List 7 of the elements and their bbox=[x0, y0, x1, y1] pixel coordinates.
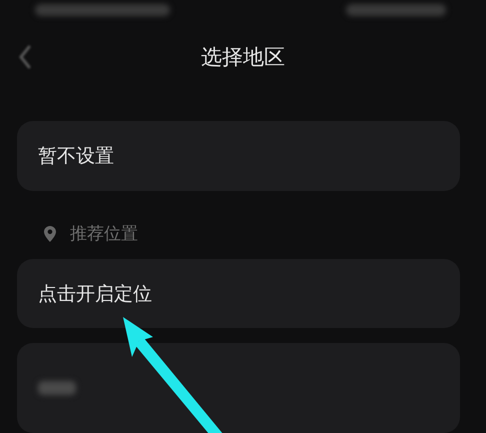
location-pin-icon bbox=[44, 226, 56, 242]
page-title: 选择地区 bbox=[201, 44, 285, 72]
blurred-text bbox=[38, 381, 76, 396]
option-item[interactable]: 暂不设置 bbox=[17, 121, 460, 192]
section-label: 推荐位置 bbox=[70, 223, 138, 246]
region-item[interactable] bbox=[17, 343, 460, 433]
enable-location-item[interactable]: 点击开启定位 bbox=[17, 258, 460, 328]
